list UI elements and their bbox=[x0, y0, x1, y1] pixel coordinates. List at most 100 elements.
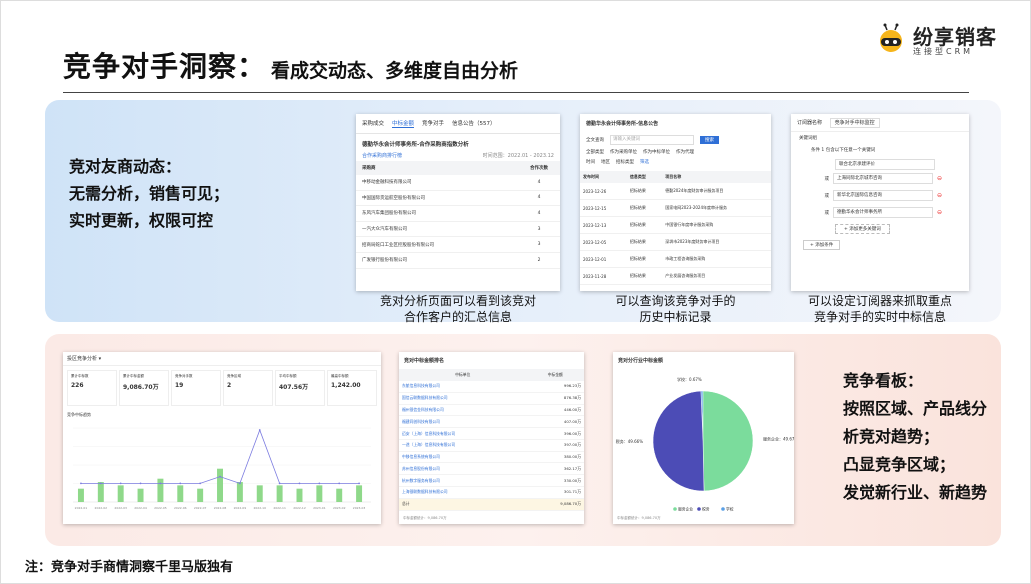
keyword-input[interactable]: 德勤华永会计师事务所 bbox=[833, 207, 933, 218]
table-row[interactable]: 福建同创科技有限公司 407.00万 bbox=[399, 415, 584, 429]
add-keyword-button[interactable]: + 添加更多关键词 bbox=[835, 224, 890, 234]
x-tick-label: 2022-03 bbox=[114, 506, 127, 510]
table-row[interactable]: 中国国际货运航空股份有限公司 4 bbox=[356, 190, 560, 207]
amount-cell: 362.17万 bbox=[526, 462, 584, 476]
bottom-blurb: 竞争看板： 按照区域、产品线分 析竞对趋势； 凸显竞争区域； 发觉新行业、新趋势 bbox=[843, 367, 987, 507]
filter-dropdown[interactable]: 招标类型 bbox=[616, 159, 634, 165]
pie-slice bbox=[702, 390, 754, 492]
table-row[interactable]: 中移动金融科技有限公司 4 bbox=[356, 175, 560, 191]
caption-line: 合作客户的汇总信息 bbox=[403, 310, 512, 324]
table-row[interactable]: 杭州数字服务有限公司 330.00万 bbox=[399, 474, 584, 488]
trend-bar bbox=[276, 485, 283, 502]
kpi-card: 竞争区域 2 bbox=[223, 370, 273, 406]
amount-cell: 446.00万 bbox=[526, 404, 584, 417]
total-label: 总计 bbox=[399, 498, 527, 511]
type-cell: 招标结果 bbox=[626, 267, 663, 285]
trend-bar bbox=[137, 488, 144, 502]
x-tick-label: 2023-03 bbox=[353, 506, 366, 510]
table-row[interactable]: 中移信息系统有限公司 380.00万 bbox=[399, 451, 584, 464]
table-row[interactable]: 一汽大众汽车有限公司 3 bbox=[356, 221, 560, 238]
remove-icon[interactable]: ⊖ bbox=[937, 209, 942, 216]
table-row[interactable]: 东航信息科技有限公司 996.23万 bbox=[399, 381, 584, 393]
company-cell: 上海银联数据科技有限公司 bbox=[399, 486, 527, 499]
table-row[interactable]: 2023-12-26 招标结果 德勤2024年度财务审计服务项目 bbox=[580, 183, 771, 200]
x-tick-label: 2022-07 bbox=[194, 506, 207, 510]
table-row[interactable]: 一途（上海）信息科技有限公司 397.00万 bbox=[399, 439, 584, 452]
filter-option[interactable]: 作为采购单位 bbox=[610, 149, 637, 155]
filter-option[interactable]: 全部类型 bbox=[586, 149, 604, 155]
search-button[interactable]: 搜索 bbox=[700, 136, 719, 144]
date-cell: 2023-12-13 bbox=[580, 216, 627, 234]
amount-cell: 407.00万 bbox=[526, 415, 584, 429]
dashboard-title-text[interactable]: 投区竞争分析 bbox=[67, 356, 97, 362]
table-row[interactable]: 福州银信金科技有限公司 446.00万 bbox=[399, 404, 584, 417]
remove-icon[interactable]: ⊖ bbox=[937, 192, 942, 199]
table-row[interactable]: 2023-12-15 招标结果 国家电网2023-2024年度审计服务 bbox=[580, 199, 771, 217]
filter-dropdown[interactable]: 地区 bbox=[601, 159, 610, 165]
legend-label: 服务企业 bbox=[678, 507, 693, 512]
or-row: 或新华北京国际信息咨询 ⊖ bbox=[791, 187, 969, 204]
dashboard-title: 投区竞争分析 ▾ bbox=[63, 352, 381, 366]
filter-option[interactable]: 作为中标单位 bbox=[643, 149, 670, 155]
search-input[interactable]: 请输入关键词 bbox=[610, 135, 694, 145]
date-cell: 2023-12-15 bbox=[580, 199, 627, 217]
trend-point bbox=[358, 482, 360, 485]
kpi-label: 最高中标额 bbox=[331, 374, 349, 378]
trend-bar bbox=[296, 488, 303, 502]
trend-point bbox=[298, 482, 301, 485]
tab-bid-amount[interactable]: 中标金额 bbox=[392, 119, 415, 128]
filter-row: 全部类型 作为采购单位 作为中标单位 作为代理 bbox=[580, 147, 771, 157]
table-row[interactable]: 招商局蛇口工业区控股股份有限公司 3 bbox=[356, 236, 560, 253]
keyword-input[interactable]: 新华北京国际信息咨询 bbox=[833, 190, 933, 201]
table-row[interactable]: 国信云联数据科技有限公司 876.38万 bbox=[399, 392, 584, 405]
table-row[interactable]: 广发银行股份有限公司 2 bbox=[356, 252, 560, 269]
filter-dropdown[interactable]: 时间 bbox=[586, 159, 595, 165]
tab-competitors[interactable]: 竞争对手 bbox=[422, 119, 444, 128]
tab-announcements[interactable]: 信息公告（557） bbox=[452, 119, 496, 128]
kpi-value: 19 bbox=[175, 382, 184, 389]
amount-cell: 996.23万 bbox=[526, 381, 584, 393]
legend-label: 税务 bbox=[702, 507, 710, 512]
keyword-input[interactable]: 上海同际北京城市咨询 bbox=[833, 173, 933, 184]
amount-cell: 396.00万 bbox=[526, 427, 584, 440]
column-header: 采购商 bbox=[356, 161, 518, 175]
tab-bar: 采购成交 中标金额 竞争对手 信息公告（557） bbox=[356, 114, 560, 134]
date-cell: 2023-11-28 bbox=[580, 267, 627, 285]
keyword-input[interactable]: 联合北京承建评价 bbox=[835, 159, 935, 170]
coop-count: 3 bbox=[518, 221, 560, 238]
subscription-screenshot: 订阅器名称 竞争对手中标监控 关键词组 条件 1 包含以下任意一个关键词 联合北… bbox=[791, 114, 969, 291]
bottom-blurb-line: 竞争看板： bbox=[843, 371, 924, 390]
caption-subscription: 可以设定订阅器来抓取重点 竞争对手的实时中标信息 bbox=[785, 293, 975, 325]
caption-bid-history: 可以查询该竞争对手的 历史中标记录 bbox=[580, 293, 771, 325]
chevron-down-icon: ▾ bbox=[98, 356, 102, 362]
table-row[interactable]: 2023-11-28 招标结果 产业发展咨询服务项目 bbox=[580, 267, 771, 285]
filter-option[interactable]: 作为代理 bbox=[676, 149, 694, 155]
filter-dropdown[interactable]: 筛选 bbox=[640, 159, 649, 165]
table-row[interactable]: 东风汽车集团股份有限公司 4 bbox=[356, 205, 560, 222]
kpi-row: 累计中标数 226 累计中标金额 9,086.70万 竞争对手数 19 竞争区域 2 平… bbox=[63, 366, 381, 410]
table-row[interactable]: 2023-12-05 招标结果 深圳市2023年度财务审计项目 bbox=[580, 233, 771, 251]
table-row[interactable]: 苏州信息股份有限公司 362.17万 bbox=[399, 462, 584, 476]
table-row[interactable]: 2023-12-01 招标结果 市政工程咨询服务采购 bbox=[580, 250, 771, 268]
ranking-footer: 中标金额统计：9,086.70万 bbox=[403, 516, 447, 520]
bid-table: 发布时间 信息类型 项目名称 2023-12-26 招标结果 德勤2024年度财务审… bbox=[580, 171, 771, 285]
table-row[interactable]: 迈安（上海）信息科技有限公司 396.00万 bbox=[399, 427, 584, 440]
tab-purchase[interactable]: 采购成交 bbox=[362, 119, 384, 128]
kpi-value: 9,086.70万 bbox=[123, 384, 159, 391]
x-tick-label: 2022-11 bbox=[273, 506, 286, 510]
kpi-card: 累计中标金额 9,086.70万 bbox=[119, 370, 169, 406]
amount-cell: 380.00万 bbox=[526, 451, 584, 464]
trend-point bbox=[99, 482, 102, 485]
pie-label: 税务：49.66% bbox=[616, 438, 643, 444]
ranking-table: 中标单位 中标金额 东航信息科技有限公司 996.23万 国信云联数据科技有限公司 8… bbox=[399, 369, 584, 511]
table-row[interactable]: 2023-12-13 招标结果 中国银行年度审计服务采购 bbox=[580, 216, 771, 234]
add-condition-button[interactable]: + 添加条件 bbox=[803, 240, 841, 250]
subscription-name-input[interactable]: 竞争对手中标监控 bbox=[829, 118, 880, 128]
caption-line: 历史中标记录 bbox=[639, 310, 712, 324]
remove-icon[interactable]: ⊖ bbox=[937, 175, 942, 182]
column-header: 合作次数 bbox=[518, 161, 560, 175]
table-row[interactable]: 上海银联数据科技有限公司 301.71万 bbox=[399, 486, 584, 499]
ranking-title[interactable]: 合作采购商排行榜 bbox=[362, 152, 402, 159]
kpi-value: 407.56万 bbox=[279, 384, 309, 391]
company-cell: 苏州信息股份有限公司 bbox=[399, 462, 527, 476]
